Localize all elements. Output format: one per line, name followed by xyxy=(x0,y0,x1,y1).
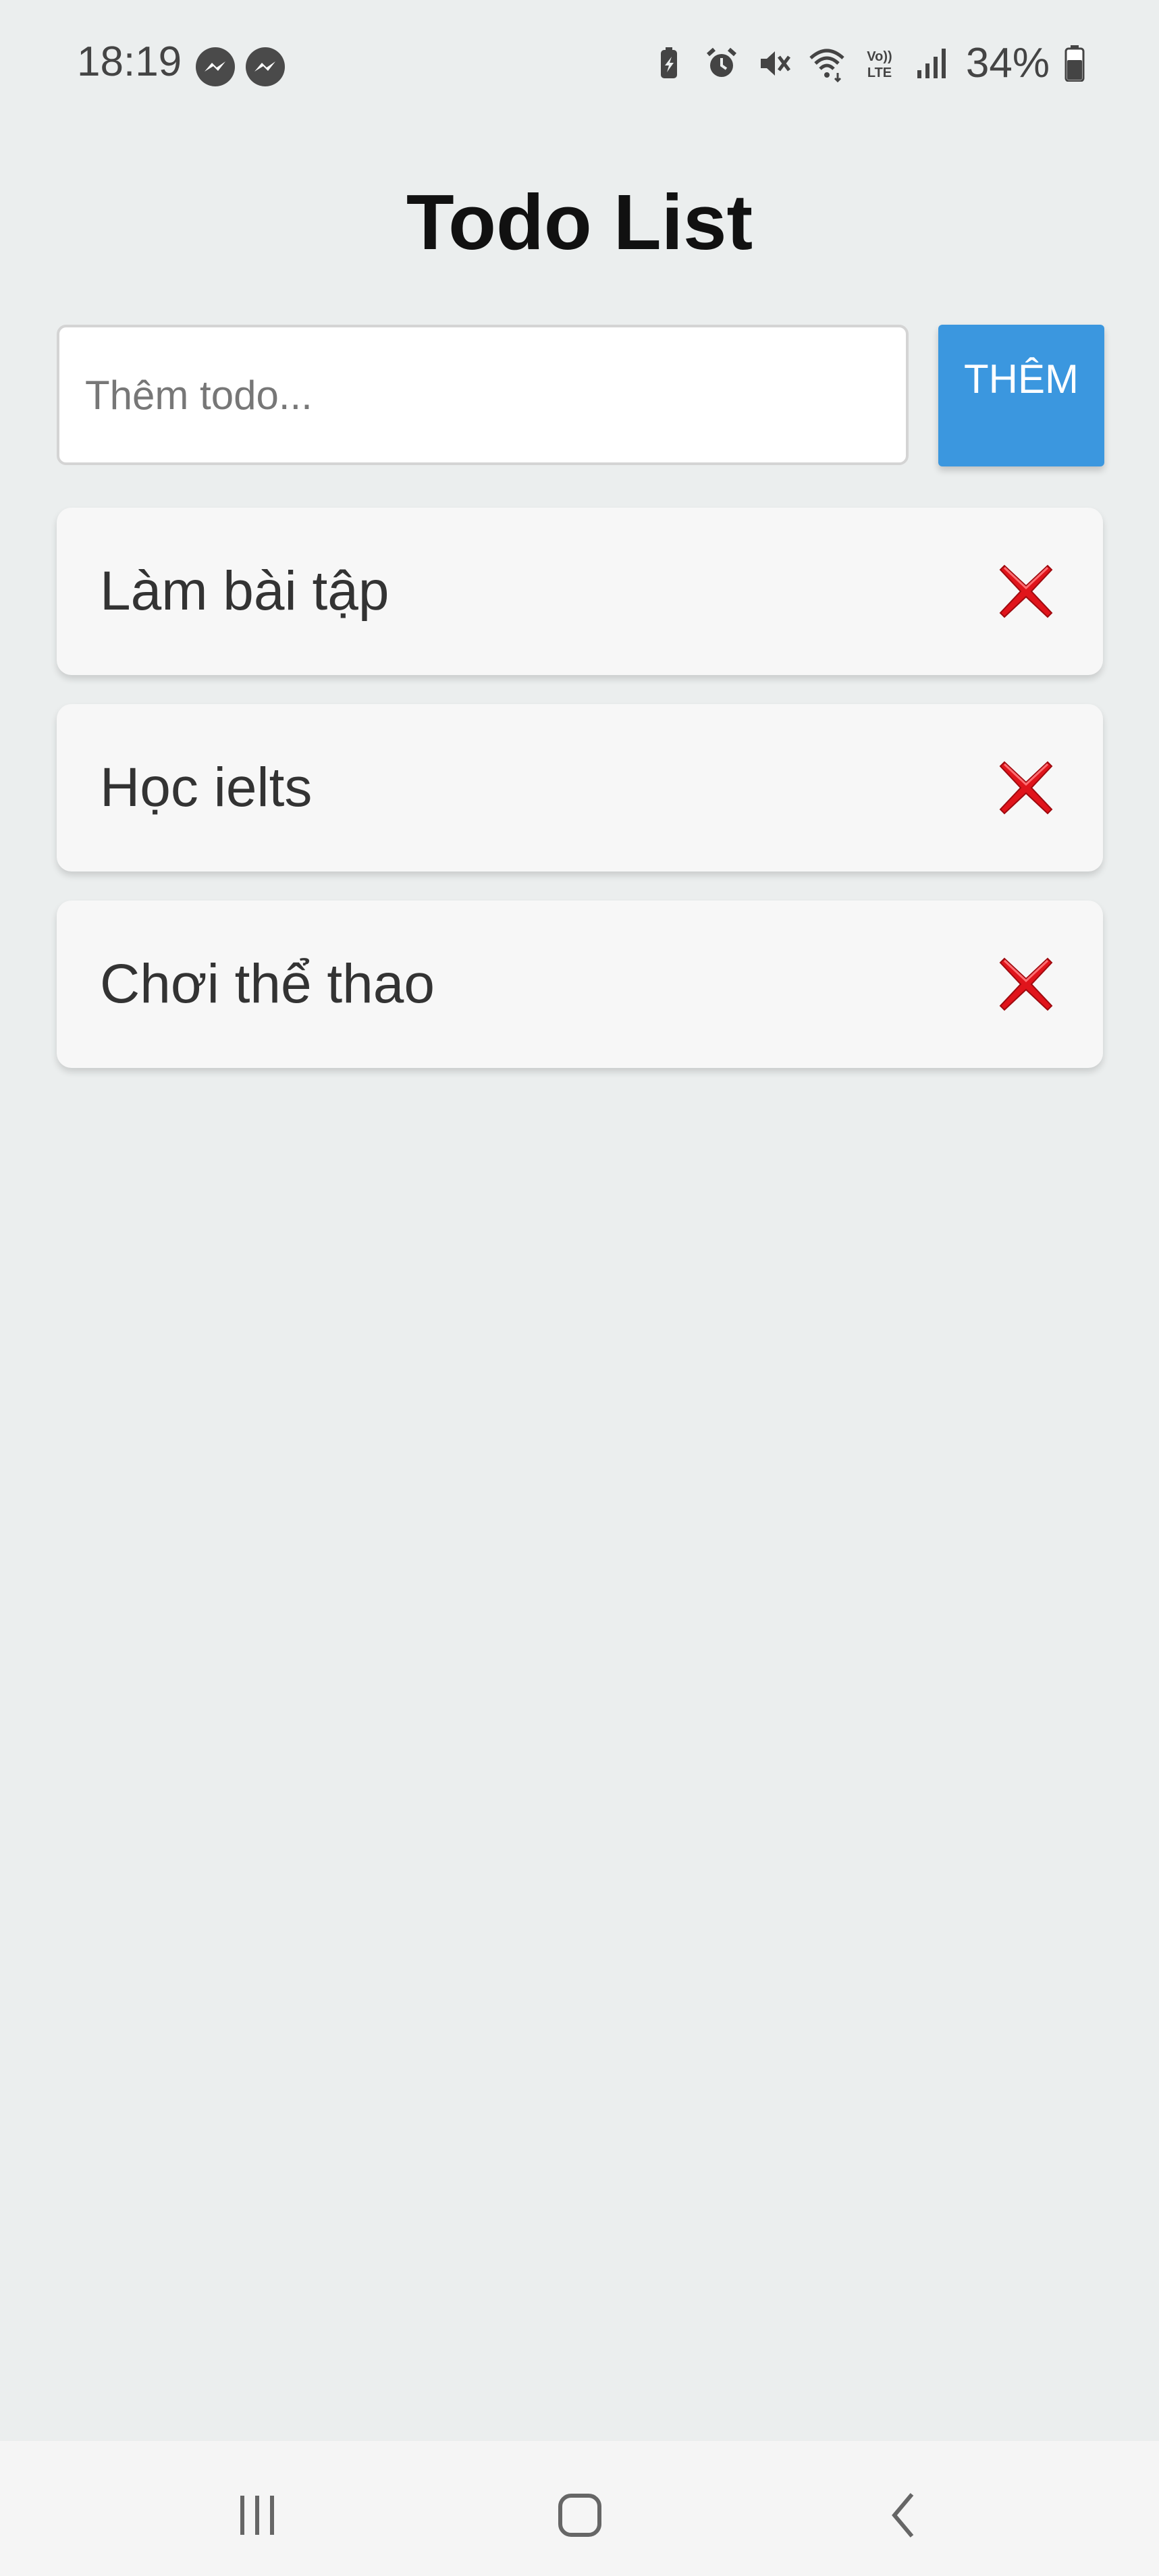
wifi-icon xyxy=(809,49,844,82)
page-title: Todo List xyxy=(406,178,753,266)
todo-text: Chơi thể thao xyxy=(100,953,435,1015)
add-button[interactable]: THÊM xyxy=(938,325,1104,466)
mute-icon xyxy=(760,51,790,76)
status-time: 18:19 xyxy=(77,38,182,85)
back-icon xyxy=(892,2493,914,2538)
notification-icons xyxy=(196,47,285,86)
system-status-icons: Vo)) LTE 34% xyxy=(650,39,1085,87)
status-bar: 18:19 Vo)) LTE 34% xyxy=(0,0,1159,128)
battery-icon xyxy=(1064,45,1085,82)
todo-input[interactable] xyxy=(57,325,909,465)
svg-text:LTE: LTE xyxy=(867,65,892,80)
home-button[interactable] xyxy=(543,2478,617,2552)
recent-apps-button[interactable] xyxy=(220,2478,294,2552)
back-button[interactable] xyxy=(867,2478,942,2552)
volte-icon: Vo)) LTE xyxy=(867,49,892,80)
signal-icon xyxy=(917,48,946,78)
battery-percent: 34% xyxy=(965,40,1050,86)
red-x-icon[interactable] xyxy=(991,753,1061,823)
red-x-icon[interactable] xyxy=(991,556,1061,626)
svg-text:Vo)): Vo)) xyxy=(867,49,892,64)
phone-screen: 18:19 Vo)) LTE 34% Todo List Thêm todo..… xyxy=(0,0,1159,2576)
todo-text: Làm bài tập xyxy=(100,560,389,622)
recent-apps-icon xyxy=(240,2496,274,2535)
home-icon xyxy=(558,2494,601,2537)
todo-list: Làm bài tập Học ielts Chơi thể thao xyxy=(57,508,1103,1097)
messenger-icon xyxy=(246,47,285,86)
battery-saver-icon xyxy=(660,47,677,78)
todo-item: Chơi thể thao xyxy=(57,901,1103,1068)
red-x-icon[interactable] xyxy=(991,949,1061,1019)
todo-item: Học ielts xyxy=(57,704,1103,871)
messenger-icon xyxy=(196,47,235,86)
todo-text: Học ielts xyxy=(100,757,313,818)
add-todo-row: THÊM xyxy=(57,325,1104,466)
todo-item: Làm bài tập xyxy=(57,508,1103,675)
navigation-bar xyxy=(0,2441,1159,2576)
alarm-icon xyxy=(706,47,736,77)
